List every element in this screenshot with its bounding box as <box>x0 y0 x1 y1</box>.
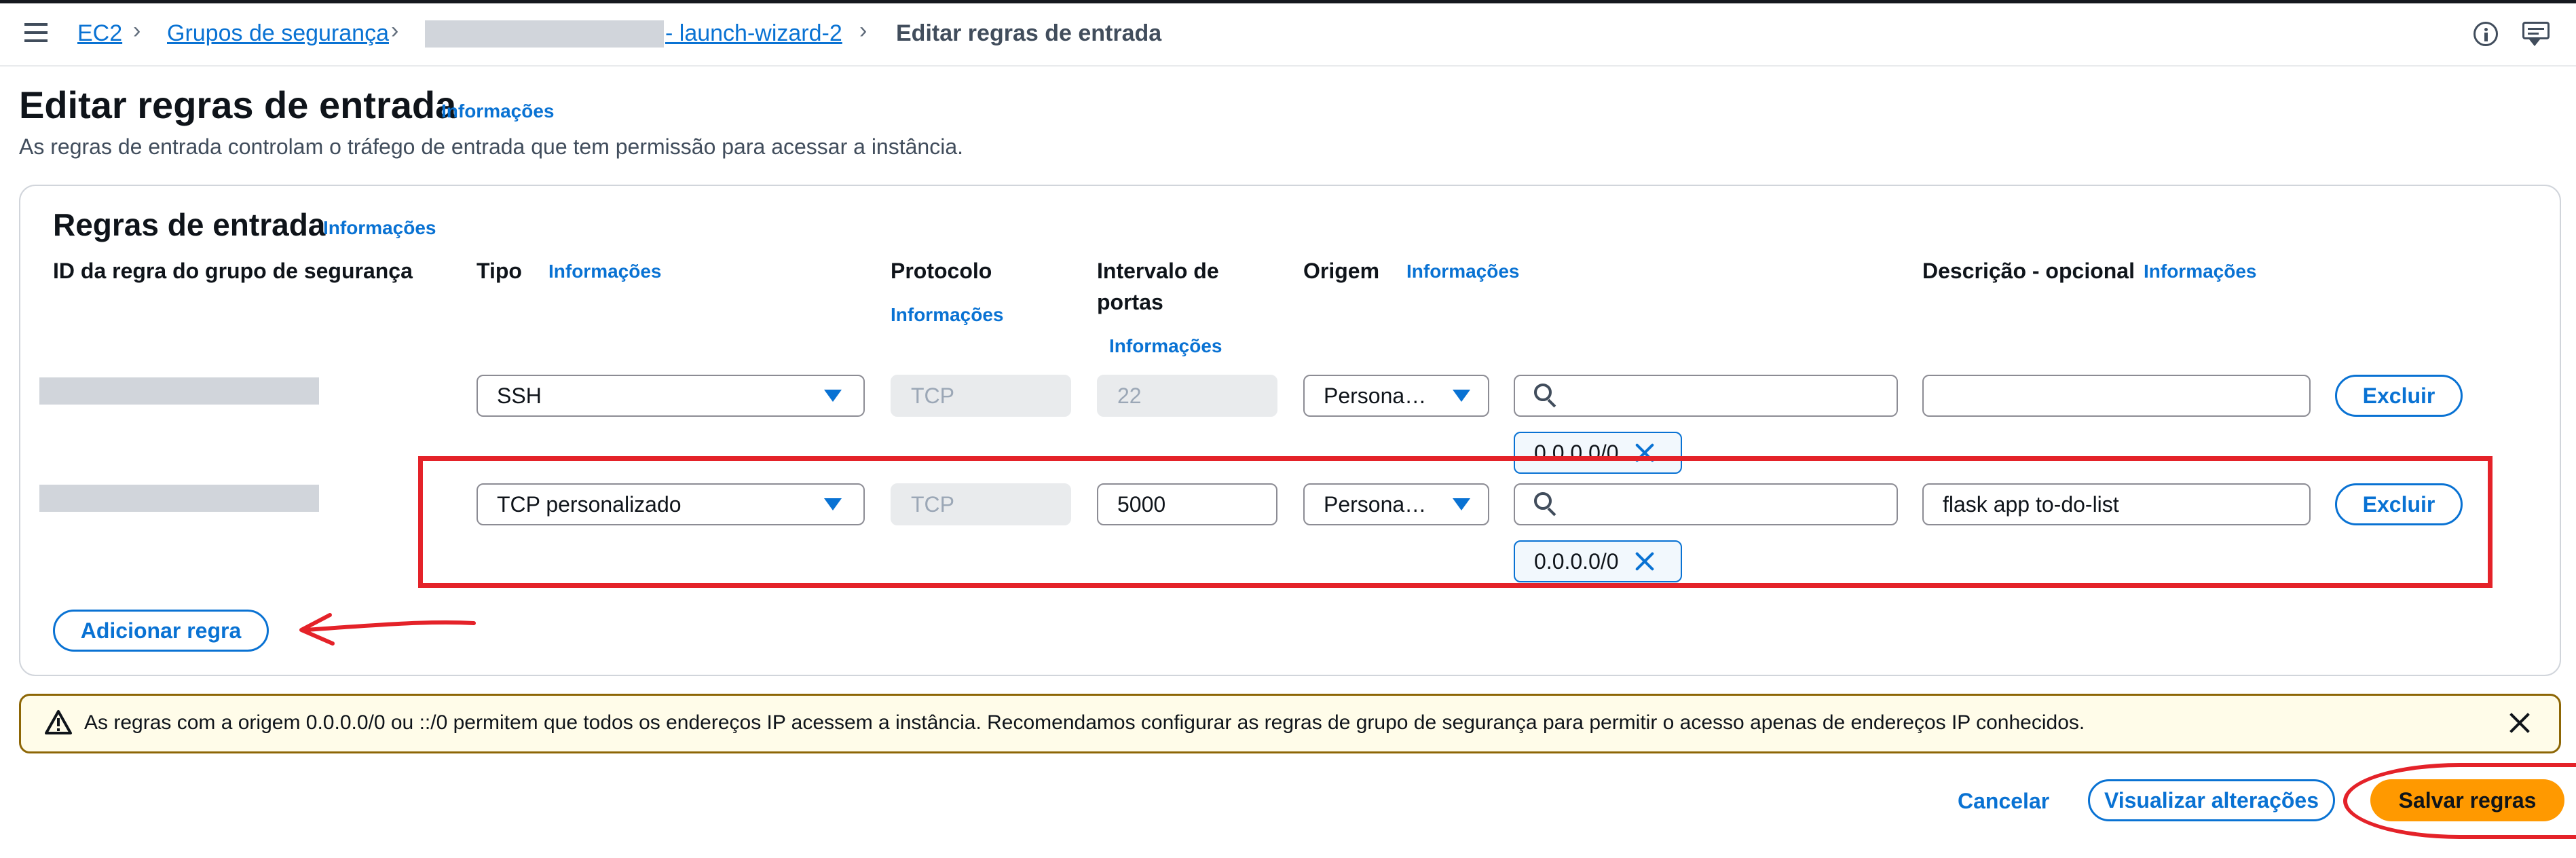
rule-port-value: 22 <box>1117 383 1142 408</box>
rule-source-mode-select[interactable]: Persona… <box>1303 375 1489 417</box>
redacted-security-group-id <box>425 20 664 48</box>
rule-description-input[interactable] <box>1922 375 2311 417</box>
rule-type-select[interactable]: SSH <box>477 375 865 417</box>
panel-info-link[interactable]: Informações <box>323 217 436 239</box>
col-source: Origem <box>1303 259 1380 283</box>
breadcrumb-ec2[interactable]: EC2 <box>77 20 122 47</box>
col-rule-id: ID da regra do grupo de segurança <box>53 259 413 283</box>
breadcrumb-current: Editar regras de entrada <box>896 20 1162 46</box>
col-port-range-line1: Intervalo de <box>1097 259 1219 283</box>
col-port-range-line2: portas <box>1097 290 1163 314</box>
col-protocol: Protocolo <box>891 259 992 283</box>
breadcrumb-security-group-name[interactable]: - launch-wizard-2 <box>665 20 842 47</box>
rule-source-mode-value: Persona… <box>1324 383 1427 408</box>
caret-down-icon <box>1453 390 1470 402</box>
col-description: Descrição - opcional <box>1922 259 2135 283</box>
close-icon[interactable] <box>2507 710 2532 734</box>
warning-triangle-icon <box>45 710 72 734</box>
page-info-link[interactable]: Informações <box>441 100 555 122</box>
col-source-info-link[interactable]: Informações <box>1406 261 1520 282</box>
col-port-range-info-link[interactable]: Informações <box>1109 335 1222 357</box>
page-subtitle: As regras de entrada controlam o tráfego… <box>19 134 963 159</box>
annotation-arrow <box>299 613 476 646</box>
cancel-button[interactable]: Cancelar <box>1958 789 2049 814</box>
rule-source-search-input[interactable] <box>1514 375 1898 417</box>
rule-protocol-field: TCP <box>891 375 1071 417</box>
breadcrumb-security-groups[interactable]: Grupos de segurança <box>167 20 389 47</box>
preview-changes-button[interactable]: Visualizar alterações <box>2088 779 2335 821</box>
info-circle-icon[interactable] <box>2474 22 2498 46</box>
add-rule-button[interactable]: Adicionar regra <box>53 610 269 652</box>
col-type-info-link[interactable]: Informações <box>548 261 662 282</box>
search-icon <box>1534 384 1552 401</box>
col-description-info-link[interactable]: Informações <box>2144 261 2257 282</box>
feedback-icon[interactable] <box>2522 22 2550 46</box>
col-protocol-info-link[interactable]: Informações <box>891 304 1004 326</box>
rule-type-value: SSH <box>497 383 542 408</box>
warning-alert-text: As regras com a origem 0.0.0.0/0 ou ::/0… <box>84 711 2085 734</box>
annotation-highlight-box <box>418 456 2493 588</box>
redacted-rule-id <box>39 485 319 512</box>
panel-title: Regras de entrada <box>53 207 326 242</box>
annotation-ellipse <box>2343 763 2576 839</box>
chevron-right-icon: › <box>391 18 399 43</box>
caret-down-icon <box>824 390 842 402</box>
menu-icon[interactable] <box>24 23 48 43</box>
delete-rule-button[interactable]: Excluir <box>2335 375 2463 417</box>
chevron-right-icon: › <box>859 18 867 43</box>
col-type: Tipo <box>477 259 522 283</box>
rule-port-field: 22 <box>1097 375 1277 417</box>
redacted-rule-id <box>39 377 319 405</box>
chevron-right-icon: › <box>133 18 141 43</box>
rule-protocol-value: TCP <box>911 383 954 408</box>
page-title: Editar regras de entrada <box>19 83 457 126</box>
